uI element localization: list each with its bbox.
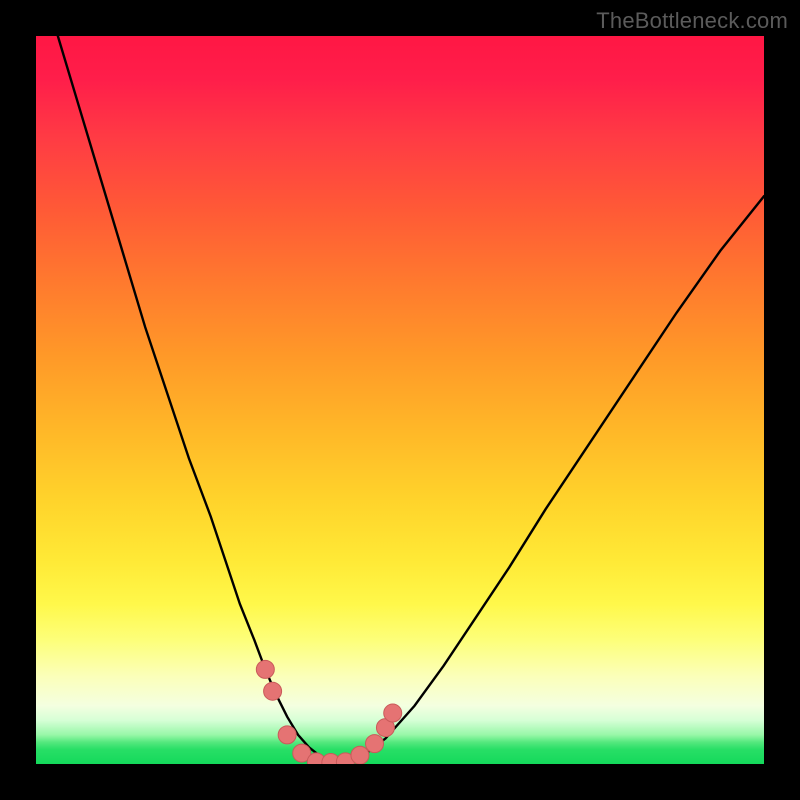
chart-frame: TheBottleneck.com	[0, 0, 800, 800]
bottom-markers	[256, 660, 401, 764]
curve-marker	[264, 682, 282, 700]
curve-marker	[351, 746, 369, 764]
plot-area	[36, 36, 764, 764]
bottleneck-curve	[58, 36, 764, 763]
curve-marker	[278, 726, 296, 744]
curve-marker	[366, 735, 384, 753]
curve-layer	[36, 36, 764, 764]
curve-marker	[384, 704, 402, 722]
curve-marker	[256, 660, 274, 678]
watermark-text: TheBottleneck.com	[596, 8, 788, 34]
